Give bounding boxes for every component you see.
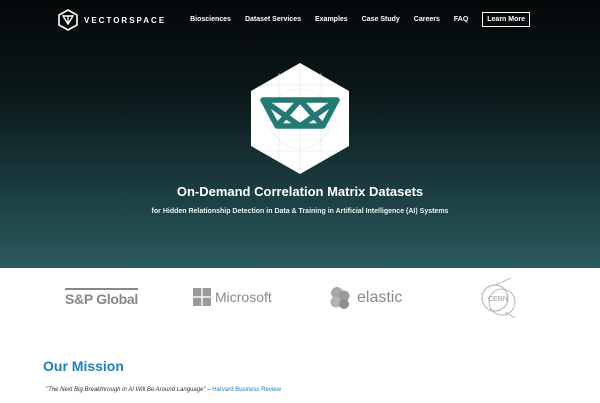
client-logo-elastic: elastic bbox=[327, 285, 402, 311]
elastic-wordmark: elastic bbox=[357, 289, 403, 306]
hero-matrix-badge-icon bbox=[251, 63, 349, 174]
quote-text: "The Next Big Breakthrough in AI Will Be… bbox=[46, 387, 206, 393]
hero-title: On-Demand Correlation Matrix Datasets bbox=[176, 184, 424, 199]
quote-source-link[interactable]: Harvard Business Review bbox=[212, 387, 281, 393]
client-logo-microsoft: Microsoft bbox=[193, 288, 272, 306]
brand-logo[interactable]: VECTORSPACE bbox=[58, 9, 166, 31]
learn-more-button[interactable]: Learn More bbox=[482, 12, 530, 27]
cern-wordmark: CERN bbox=[488, 296, 508, 303]
mission-heading: Our Mission bbox=[43, 358, 124, 374]
nav-item-dataset-services[interactable]: Dataset Services bbox=[245, 16, 301, 23]
nav-item-faq[interactable]: FAQ bbox=[454, 16, 468, 23]
top-navigation: VECTORSPACE Biosciences Dataset Services… bbox=[0, 0, 600, 40]
microsoft-wordmark: Microsoft bbox=[215, 289, 272, 305]
brand-name: VECTORSPACE bbox=[84, 15, 167, 25]
microsoft-grid-icon bbox=[193, 288, 211, 306]
nav-menu: Biosciences Dataset Services Examples Ca… bbox=[190, 12, 530, 27]
client-logo-sp-global: S&P Global bbox=[65, 288, 138, 307]
nav-item-case-study[interactable]: Case Study bbox=[362, 16, 400, 23]
nav-item-careers[interactable]: Careers bbox=[414, 16, 440, 23]
client-logos-strip: S&P Global Microsoft elastic CERN bbox=[0, 268, 600, 330]
client-logo-cern: CERN bbox=[475, 276, 519, 320]
hero-subtitle: for Hidden Relationship Detection in Dat… bbox=[151, 208, 449, 215]
cern-ring-icon: CERN bbox=[481, 277, 516, 319]
nav-item-examples[interactable]: Examples bbox=[315, 16, 348, 23]
mission-quote: "The Next Big Breakthrough in AI Will Be… bbox=[46, 387, 281, 393]
elastic-cluster-icon bbox=[330, 287, 350, 309]
vectorspace-logo-icon bbox=[58, 9, 78, 31]
hero-section: VECTORSPACE Biosciences Dataset Services… bbox=[0, 0, 600, 268]
sp-global-wordmark: S&P Global bbox=[65, 288, 138, 307]
nav-item-biosciences[interactable]: Biosciences bbox=[190, 16, 231, 23]
